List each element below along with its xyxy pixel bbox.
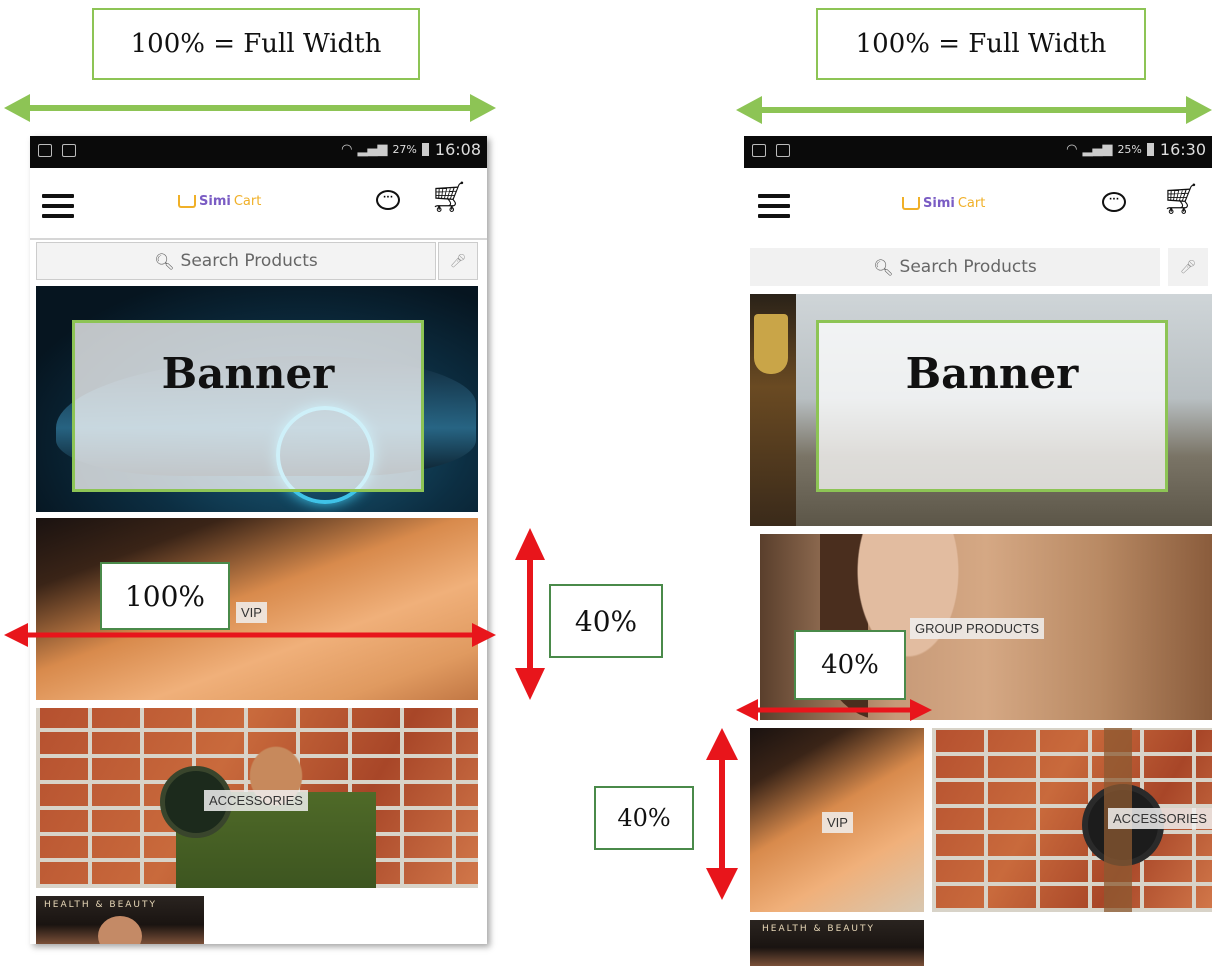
height-arrow-40-right-phone [706,728,738,900]
app-bar: Simi Cart ··· 🛒︎ [30,168,487,240]
health-beauty-label: HEALTH & BEAUTY [762,924,875,934]
phone-screen-left: ◠ ▂▄▆ 27% 16:08 Simi Cart ··· 🛒︎ 🔍︎ Searc… [30,136,487,944]
health-beauty-tile[interactable]: HEALTH & BEAUTY [36,896,204,944]
status-bar: ◠ ▂▄▆ 25% 16:30 [744,136,1212,168]
search-icon: 🔍︎ [873,257,894,277]
chat-icon[interactable]: ··· [1102,192,1126,212]
group-products-label: GROUP PRODUCTS [910,618,1044,639]
clock: 16:30 [1159,140,1206,159]
search-placeholder: Search Products [899,257,1037,277]
height-arrow-40-left-phone [515,528,545,700]
full-width-arrow-left [4,94,496,122]
gallery-icon [776,144,790,157]
search-input[interactable]: 🔍︎ Search Products [36,242,436,280]
signal-icon: ▂▄▆ [357,142,388,157]
percent-40-annotation-c: 40% [594,786,694,850]
accessories-tile[interactable]: ACCESSORIES [932,728,1212,912]
battery-icon [1146,143,1154,156]
menu-icon[interactable] [758,194,790,224]
wifi-icon: ◠ [341,142,353,157]
simicart-logo[interactable]: Simi Cart [902,196,985,211]
battery-percent: 27% [392,143,417,156]
phone-screen-right: ◠ ▂▄▆ 25% 16:30 Simi Cart ··· 🛒︎ 🔍︎ Searc… [744,136,1212,966]
full-width-label-left: 100% = Full Width [92,8,420,80]
vip-tile[interactable]: VIP [750,728,924,912]
status-bar: ◠ ▂▄▆ 27% 16:08 [30,136,487,168]
health-beauty-tile[interactable]: HEALTH & BEAUTY [750,920,924,966]
menu-icon[interactable] [42,194,74,224]
cart-icon[interactable]: 🛒︎ [1162,182,1200,217]
wifi-icon: ◠ [1066,142,1078,157]
cart-icon[interactable]: 🛒︎ [430,180,468,215]
search-placeholder: Search Products [180,251,318,271]
battery-icon [421,143,429,156]
signal-icon: ▂▄▆ [1082,142,1113,157]
screenshot-icon [38,144,52,157]
battery-percent: 25% [1117,143,1142,156]
simicart-logo[interactable]: Simi Cart [178,194,261,209]
woman-face [98,916,142,944]
accessories-tile[interactable]: ACCESSORIES [36,708,478,888]
width-arrow-100 [4,623,496,647]
clock: 16:08 [434,140,481,159]
screenshot-icon [752,144,766,157]
percent-40-annotation-b: 40% [794,630,906,700]
chat-icon[interactable]: ··· [376,190,400,210]
search-icon: 🔍︎ [154,251,175,271]
health-beauty-label: HEALTH & BEAUTY [44,900,157,910]
vip-label: VIP [822,812,853,833]
accessories-label: ACCESSORIES [204,790,308,811]
full-width-arrow-right [736,96,1212,124]
lamborghini-logo [754,314,788,374]
app-bar: Simi Cart ··· 🛒︎ [744,168,1212,236]
percent-40-annotation-a: 40% [549,584,663,658]
banner-annotation-left: Banner [72,320,424,492]
accessories-label: ACCESSORIES [1108,808,1212,829]
gallery-icon [62,144,76,157]
mic-icon[interactable]: 🎤︎ [1168,248,1208,286]
mic-icon[interactable]: 🎤︎ [438,242,478,280]
search-input[interactable]: 🔍︎ Search Products [750,248,1160,286]
width-arrow-40 [736,699,932,721]
banner-annotation-right: Banner [816,320,1168,492]
full-width-label-right: 100% = Full Width [816,8,1146,80]
